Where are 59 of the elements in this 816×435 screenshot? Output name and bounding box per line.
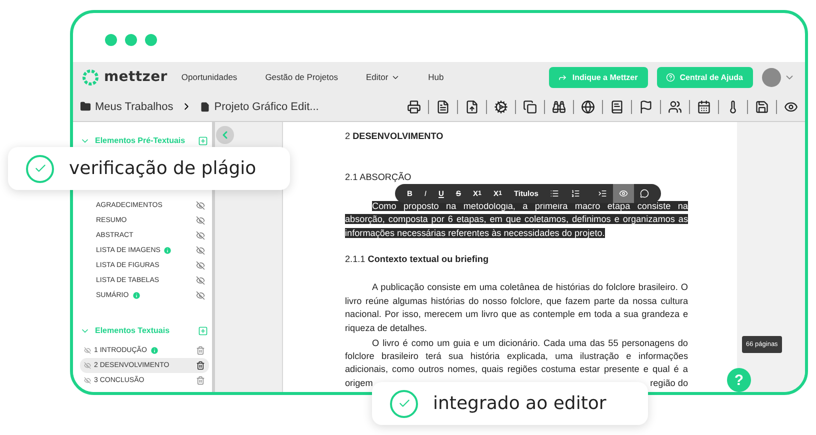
eye-slash-icon[interactable]: [84, 347, 91, 354]
book-icon[interactable]: [610, 100, 624, 114]
nav-link[interactable]: Editor: [366, 72, 400, 82]
printer-icon[interactable]: [407, 100, 421, 114]
breadcrumb-link[interactable]: Projeto Gráfico Edit...: [200, 100, 319, 112]
callout-text: verificação de plágio: [69, 158, 256, 179]
folder-icon: [80, 101, 91, 112]
nav-link[interactable]: Oportunidades: [181, 72, 238, 82]
numbered-list-icon: [571, 189, 580, 198]
globe-icon[interactable]: [581, 100, 595, 114]
eye-slash-icon[interactable]: [196, 246, 205, 255]
check-icon: [26, 154, 54, 182]
nav-link[interactable]: Hub: [428, 72, 444, 82]
document-icon[interactable]: [436, 100, 450, 114]
heading: 2.1 ABSORÇÃO: [345, 172, 412, 182]
eye-slash-icon[interactable]: [196, 201, 205, 210]
eye-button[interactable]: [613, 184, 634, 203]
comment-icon: [640, 189, 650, 198]
selected-paragraph: Como proposto na metodologia, a primeira macro etapa consiste na absorção, composta por 6 etapas, em que coletamos, definimos e organizamos as informações necessárias referentes às necessidades do projeto.: [345, 200, 688, 240]
section-title: Elementos Pré-Textuais: [95, 136, 186, 145]
cogs-icon[interactable]: [494, 100, 508, 114]
copy-icon[interactable]: [523, 100, 537, 114]
flag-icon[interactable]: [639, 100, 653, 114]
section-title: Elementos Textuais: [95, 326, 170, 335]
eye-slash-icon[interactable]: [84, 377, 91, 384]
window-dot: [105, 34, 117, 46]
indent-icon: [598, 189, 608, 198]
eye-slash-icon[interactable]: [196, 291, 205, 300]
file-icon: [200, 102, 210, 112]
eye-slash-icon[interactable]: [196, 276, 205, 285]
nav-link[interactable]: Gestão de Projetos: [265, 72, 338, 82]
bullet-list-icon: [550, 189, 560, 198]
breadcrumb-link[interactable]: Meus Trabalhos: [80, 100, 174, 112]
heading: 2 DESENVOLVIMENTO: [345, 131, 444, 141]
eye-slash-icon[interactable]: [196, 231, 205, 240]
save-icon[interactable]: [755, 100, 769, 114]
eye-slash-icon[interactable]: [196, 261, 205, 270]
eye-icon[interactable]: [784, 100, 798, 114]
share-icon: [558, 72, 568, 82]
logo-icon: [82, 68, 99, 86]
file-upload-icon[interactable]: [465, 100, 479, 114]
eye-icon: [619, 189, 628, 198]
window-dot: [145, 34, 157, 46]
logo-text: mettzer: [104, 69, 168, 85]
paragraph: A publicação consiste em uma coletânea de histórias do folclore brasileiro. O livro reúne algumas histórias do nosso folclore, que fazem parte da nossa cultura nacional. Por isso, merecem um livro que as contemple em toda a sua grandeza e riqueza de detalhes.: [345, 281, 688, 335]
users-icon[interactable]: [668, 100, 682, 114]
help-icon: [666, 72, 675, 82]
calendar-icon[interactable]: [697, 100, 711, 114]
paragraph: O livro é como um guia e um dicionário. Cada uma das 55 personagens do folclore brasileiro terá sua história explicada, uma ilustração e informações adicionais, como outros nomes, quais regiões costuma estar presente e qual é a origem região do: [345, 336, 688, 390]
avatar[interactable]: [762, 68, 781, 86]
callout-text: integrado ao editor: [433, 393, 606, 414]
binoculars-icon[interactable]: [552, 100, 566, 114]
window-dot: [125, 34, 137, 46]
check-icon: [390, 390, 418, 418]
paragraph-fragment: região do: [650, 376, 688, 390]
eye-slash-icon[interactable]: [84, 362, 91, 369]
heading: 2.1.1 Contexto textual ou briefing: [345, 254, 489, 264]
eye-slash-icon[interactable]: [196, 216, 205, 225]
trash-icon[interactable]: [196, 361, 205, 370]
